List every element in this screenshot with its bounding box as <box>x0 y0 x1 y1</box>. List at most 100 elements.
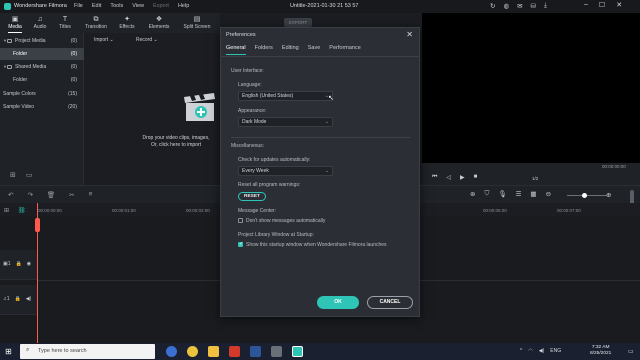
tab-save[interactable]: Save <box>308 45 321 51</box>
menu-edit[interactable]: Edit <box>92 3 101 9</box>
tick-label: 00:00:00:00 <box>38 208 62 213</box>
sidebar-item-sample-colors[interactable]: Sample Colors (15) <box>0 88 84 100</box>
dont-show-messages-checkbox[interactable] <box>238 218 243 223</box>
file-explorer-icon[interactable] <box>208 346 219 357</box>
tab-editing[interactable]: Editing <box>282 45 299 51</box>
folder-open-icon[interactable]: ▭ <box>26 171 33 179</box>
shield-icon[interactable]: ⛉ <box>484 190 489 198</box>
playhead-handle[interactable] <box>35 218 40 232</box>
snapshot-icon[interactable]: ▦ <box>530 190 536 198</box>
updates-select[interactable]: Every Week ⌄ <box>238 166 333 176</box>
play-icon[interactable]: ▶ <box>460 174 465 181</box>
zoom-slider-handle[interactable] <box>582 193 587 198</box>
reset-warnings-label: Reset all program warnings: <box>238 182 301 188</box>
appearance-select[interactable]: Dark Mode ⌄ <box>238 117 333 127</box>
tab-audio[interactable]: ♫ Audio <box>27 15 53 30</box>
menu-export[interactable]: Export <box>153 3 169 9</box>
media-app-icon[interactable] <box>229 346 240 357</box>
lock-icon[interactable]: 🔒 <box>16 261 22 267</box>
app-icon[interactable] <box>271 346 282 357</box>
wifi-icon[interactable]: ◠ <box>528 348 532 354</box>
page-indicator[interactable]: 1/2 <box>532 176 538 181</box>
tab-folders[interactable]: Folders <box>255 45 273 51</box>
filmora-taskbar-icon[interactable] <box>292 346 303 357</box>
dont-show-messages-label: Don't show messages automatically <box>246 218 326 224</box>
cart-icon[interactable]: ⛁ <box>531 2 536 10</box>
reset-button[interactable]: RESET <box>238 192 266 201</box>
clapperboard-icon[interactable] <box>184 93 218 123</box>
sidebar-item-sample-video[interactable]: Sample Video (20) <box>0 101 84 113</box>
taskbar-clock[interactable]: 7:32 AM 8/25/2021 <box>590 345 611 357</box>
new-folder-icon[interactable]: ⊞ <box>10 171 16 179</box>
ok-button[interactable]: OK <box>317 296 359 309</box>
menu-view[interactable]: View <box>132 3 144 9</box>
appearance-label: Appearance: <box>238 108 267 114</box>
tab-media[interactable]: ▣ Media <box>2 15 28 33</box>
taskbar-search[interactable]: ⌕ Type here to search <box>20 344 155 359</box>
notification-icon[interactable]: ✉ <box>517 2 522 10</box>
edge-icon[interactable] <box>166 346 177 357</box>
sync-icon[interactable]: ↻ <box>490 2 495 10</box>
step-back-icon[interactable]: ◁ <box>446 174 451 181</box>
drop-hint[interactable]: Drop your video clips, images, Or, click… <box>128 135 224 149</box>
record-dropdown[interactable]: Record ⌄ <box>136 37 158 43</box>
download-icon[interactable]: ⤓ <box>544 2 547 10</box>
notifications-icon[interactable]: ▭ <box>628 348 634 355</box>
lock-icon[interactable]: 🔒 <box>15 296 21 302</box>
export-button[interactable]: EXPORT <box>284 18 312 27</box>
chrome-icon[interactable] <box>187 346 198 357</box>
menu-tools[interactable]: Tools <box>110 3 123 9</box>
cancel-button[interactable]: CANCEL <box>367 296 413 309</box>
minimize-icon[interactable]: – <box>584 1 588 9</box>
effects-icon: ✦ <box>124 16 130 23</box>
zoom-slider[interactable] <box>567 195 607 196</box>
word-icon[interactable] <box>250 346 261 357</box>
chevron-up-icon[interactable]: ^ <box>520 348 522 354</box>
tab-split-screen[interactable]: ▤ Split Screen <box>180 15 214 30</box>
preview-window[interactable] <box>422 13 640 163</box>
sidebar-item-folder[interactable]: Folder (0) <box>0 48 84 60</box>
user-icon[interactable]: ◍ <box>503 2 509 10</box>
title-icon: T <box>62 16 68 23</box>
chevron-down-icon: ⌄ <box>324 119 329 125</box>
sidebar-item-shared-folder[interactable]: Folder (0) <box>0 74 84 86</box>
language-label: Language: <box>238 82 262 88</box>
speaker-icon[interactable]: ◀) <box>26 296 32 302</box>
volume-icon[interactable]: ◀) <box>539 348 545 354</box>
show-startup-checkbox[interactable] <box>238 241 243 247</box>
audio-icon[interactable]: ≡ <box>89 191 93 199</box>
close-icon[interactable]: ✕ <box>406 30 413 39</box>
add-track-icon[interactable]: ⊞ <box>4 207 9 214</box>
language-indicator[interactable]: ENG <box>550 348 561 354</box>
render-icon[interactable]: ⊛ <box>470 190 475 198</box>
tab-general[interactable]: General <box>226 45 246 55</box>
delete-icon[interactable]: 🗑 <box>47 191 55 199</box>
menu-help[interactable]: Help <box>178 3 189 9</box>
tab-elements[interactable]: ❖ Elements <box>144 15 174 30</box>
redo-icon[interactable]: ↷ <box>27 191 32 199</box>
mic-icon[interactable]: 🎙 <box>498 190 506 198</box>
tab-effects[interactable]: ✦ Effects <box>114 15 140 30</box>
sidebar-item-project-media[interactable]: ▼ Project Media (0) <box>0 35 84 47</box>
eye-icon[interactable]: ◉ <box>27 261 31 267</box>
maximize-icon[interactable]: ☐ <box>599 1 605 9</box>
undo-icon[interactable]: ↶ <box>8 191 13 199</box>
sidebar-item-shared-media[interactable]: ▼ Shared Media (0) <box>0 61 84 73</box>
window-controls: – ☐ ✕ <box>584 1 622 9</box>
menu-file[interactable]: File <box>74 3 83 9</box>
transition-icon: ⧉ <box>93 16 99 23</box>
language-select[interactable]: English (United States) ⌄ <box>238 91 333 101</box>
stop-icon[interactable]: ■ <box>474 174 478 181</box>
tab-transition[interactable]: ⧉ Transition <box>81 15 111 30</box>
close-window-icon[interactable]: ✕ <box>616 1 622 9</box>
zoom-out-icon[interactable]: ⊖ <box>546 190 551 198</box>
link-icon[interactable]: ⛓ <box>18 207 26 214</box>
tab-titles[interactable]: T Titles <box>52 15 78 30</box>
tab-performance[interactable]: Performance <box>329 45 361 51</box>
import-dropdown[interactable]: Import ⌄ <box>94 37 114 43</box>
zoom-in-icon[interactable]: ⊕ <box>606 191 611 199</box>
windows-start-icon[interactable]: ⊞ <box>5 347 12 356</box>
skip-back-icon[interactable]: ⏮ <box>432 174 437 181</box>
list-icon[interactable]: ☰ <box>516 190 522 198</box>
cut-icon[interactable]: ✂ <box>69 191 74 199</box>
